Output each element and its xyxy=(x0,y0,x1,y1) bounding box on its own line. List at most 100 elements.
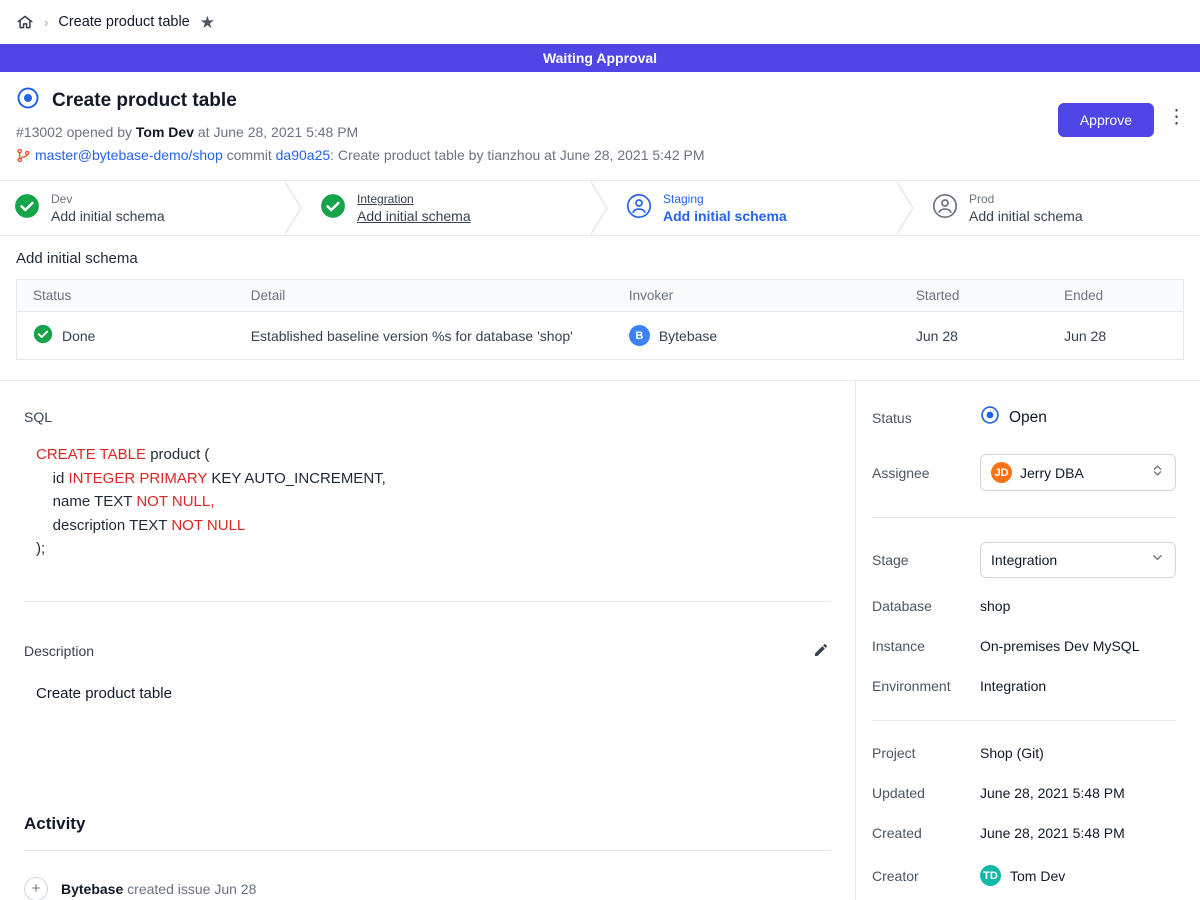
environment-row: Environment Integration xyxy=(872,678,1176,694)
environment-value: Integration xyxy=(980,678,1046,694)
commit-line: master@bytebase-demo/shop commit da90a25… xyxy=(16,147,1184,166)
git-branch-icon xyxy=(16,148,31,166)
updated-label: Updated xyxy=(872,785,980,801)
pipeline-stage-staging[interactable]: Staging Add initial schema xyxy=(612,181,894,235)
pipeline: Dev Add initial schema Integration Add i… xyxy=(0,180,1200,236)
stage-done-icon xyxy=(14,193,40,224)
project-row: Project Shop (Git) xyxy=(872,745,1176,761)
chevron-right-icon: › xyxy=(44,15,48,30)
edit-description-button[interactable] xyxy=(811,640,831,663)
creator-row: Creator TD Tom Dev xyxy=(872,865,1176,886)
updated-value: June 28, 2021 5:48 PM xyxy=(980,785,1125,801)
sql-text: name TEXT xyxy=(36,493,136,510)
approve-button[interactable]: Approve xyxy=(1058,103,1154,137)
database-value: shop xyxy=(980,598,1010,614)
stage-row: Stage Integration xyxy=(872,542,1176,578)
sql-text: ); xyxy=(36,540,45,557)
pipeline-stage-dev[interactable]: Dev Add initial schema xyxy=(0,181,282,235)
instance-label: Instance xyxy=(872,638,980,654)
add-comment-icon[interactable]: + xyxy=(24,877,48,900)
environment-label: Environment xyxy=(872,678,980,694)
sql-text: id xyxy=(36,470,69,487)
sql-text: product ( xyxy=(146,446,209,463)
activity-action: created issue xyxy=(123,881,214,897)
stage-env-label: Integration xyxy=(357,192,471,206)
issue-open-status-icon xyxy=(16,86,40,115)
updated-row: Updated June 28, 2021 5:48 PM xyxy=(872,785,1176,801)
assignee-row: Assignee JD Jerry DBA xyxy=(872,454,1176,491)
stage-task-label: Add initial schema xyxy=(357,208,471,224)
stage-label: Stage xyxy=(872,552,980,568)
open-status-icon xyxy=(980,405,1000,430)
stage-pending-approval-icon xyxy=(626,193,652,224)
sql-keyword: CREATE TABLE xyxy=(36,446,146,463)
home-icon[interactable] xyxy=(16,13,34,31)
column-header-ended: Ended xyxy=(1048,280,1183,312)
task-table: Status Detail Invoker Started Ended Done… xyxy=(16,279,1184,360)
sql-keyword: NOT NULL, xyxy=(136,493,214,510)
more-menu-icon[interactable]: ⋮ xyxy=(1167,108,1186,127)
created-label: Created xyxy=(872,825,980,841)
status-value: Open xyxy=(1009,409,1047,427)
issue-sidebar: Status Open Assignee JD Jerry DBA Stage … xyxy=(856,381,1200,900)
breadcrumb: › Create product table ★ xyxy=(0,0,1200,44)
task-started-date: Jun 28 xyxy=(900,312,1048,360)
task-table-header-row: Status Detail Invoker Started Ended xyxy=(17,280,1184,312)
task-table-row[interactable]: Done Established baseline version %s for… xyxy=(17,312,1184,360)
invoker-name: Bytebase xyxy=(659,328,717,344)
issue-meta: #13002 opened by Tom Dev at June 28, 202… xyxy=(16,124,1184,140)
breadcrumb-title[interactable]: Create product table xyxy=(58,14,189,30)
stage-separator xyxy=(282,181,306,235)
divider xyxy=(24,601,831,602)
task-ended-date: Jun 28 xyxy=(1048,312,1183,360)
chevron-down-icon xyxy=(1150,550,1165,570)
issue-opened-date: at June 28, 2021 5:48 PM xyxy=(194,124,358,140)
assignee-label: Assignee xyxy=(872,465,980,481)
assignee-select[interactable]: JD Jerry DBA xyxy=(980,454,1176,491)
activity-actor: Bytebase xyxy=(61,881,123,897)
stage-separator xyxy=(894,181,918,235)
stage-select[interactable]: Integration xyxy=(980,542,1176,578)
stage-select-value: Integration xyxy=(991,552,1142,568)
sql-keyword: INTEGER PRIMARY xyxy=(69,470,208,487)
sql-text: description TEXT xyxy=(36,517,171,534)
stage-task-label: Add initial schema xyxy=(969,208,1083,224)
column-header-detail: Detail xyxy=(235,280,613,312)
divider xyxy=(24,850,831,851)
sql-keyword: NOT NULL xyxy=(171,517,245,534)
task-done-icon xyxy=(33,324,53,347)
activity-entry: + Bytebase created issue Jun 28 xyxy=(24,877,831,900)
star-icon[interactable]: ★ xyxy=(200,14,215,31)
creator-value: Tom Dev xyxy=(1010,868,1065,884)
issue-id: #13002 opened by xyxy=(16,124,136,140)
sql-code-block: CREATE TABLE product ( id INTEGER PRIMAR… xyxy=(36,443,831,561)
project-label: Project xyxy=(872,745,980,761)
pipeline-stage-integration[interactable]: Integration Add initial schema xyxy=(306,181,588,235)
pencil-icon xyxy=(813,646,829,661)
stage-env-label: Prod xyxy=(969,192,1083,206)
instance-row: Instance On-premises Dev MySQL xyxy=(872,638,1176,654)
instance-value: On-premises Dev MySQL xyxy=(980,638,1139,654)
invoker-avatar: B xyxy=(629,325,650,346)
created-row: Created June 28, 2021 5:48 PM xyxy=(872,825,1176,841)
stage-done-icon xyxy=(320,193,346,224)
divider xyxy=(872,517,1176,518)
up-down-chevrons-icon xyxy=(1150,463,1165,483)
description-text: Create product table xyxy=(36,685,831,702)
commit-message: : Create product table by tianzhou at Ju… xyxy=(330,147,704,163)
description-label: Description xyxy=(24,643,94,659)
stage-env-label: Dev xyxy=(51,192,165,206)
branch-link[interactable]: master@bytebase-demo/shop xyxy=(35,147,223,163)
assignee-avatar: JD xyxy=(991,462,1012,483)
task-status-text: Done xyxy=(62,328,95,344)
pipeline-stage-prod[interactable]: Prod Add initial schema xyxy=(918,181,1200,235)
database-row: Database shop xyxy=(872,598,1176,614)
stage-task-label: Add initial schema xyxy=(51,208,165,224)
commit-hash-link[interactable]: da90a25 xyxy=(276,147,331,163)
creator-label: Creator xyxy=(872,868,980,884)
sql-section-label: SQL xyxy=(24,409,831,425)
column-header-invoker: Invoker xyxy=(613,280,900,312)
task-detail-text: Established baseline version %s for data… xyxy=(235,312,613,360)
issue-header: Create product table #13002 opened by To… xyxy=(0,72,1200,180)
column-header-started: Started xyxy=(900,280,1048,312)
